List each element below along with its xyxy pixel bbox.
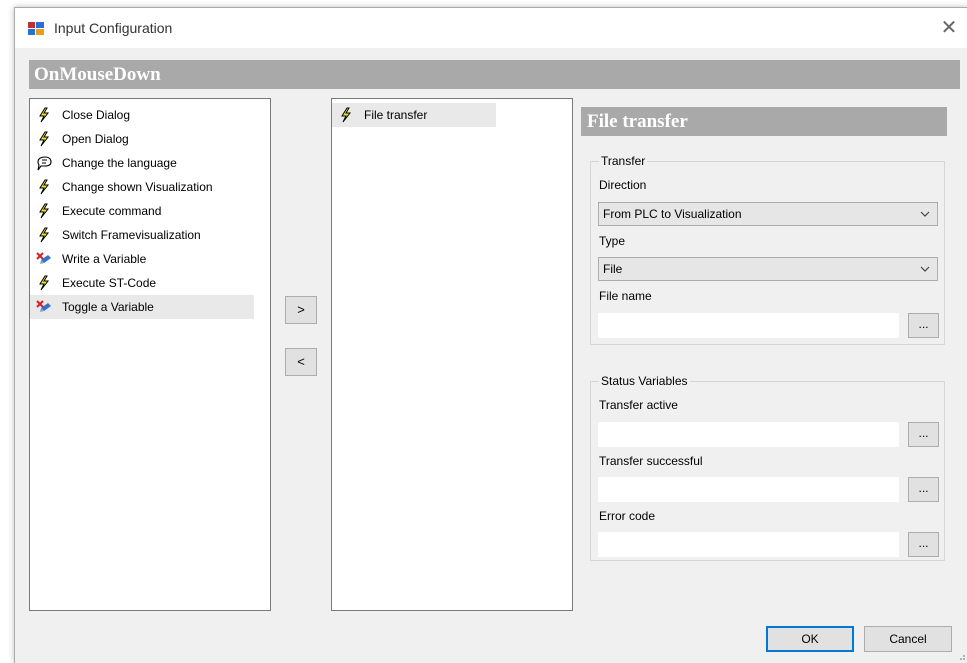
transfer-active-input[interactable] [598,422,899,447]
list-item[interactable]: Open Dialog [30,127,270,151]
window-title: Input Configuration [54,20,173,36]
chevron-down-icon [920,211,930,217]
ok-button[interactable]: OK [766,626,854,652]
type-value: File [603,262,623,276]
list-item-label: Toggle a Variable [62,300,154,314]
transfer-group: Transfer Direction From PLC to Visualiza… [590,154,945,345]
list-item-label: Open Dialog [62,132,129,146]
status-group-legend: Status Variables [599,374,690,388]
cancel-button[interactable]: Cancel [864,626,952,652]
list-item[interactable]: File transfer [332,103,496,127]
add-action-button[interactable]: > [285,296,317,324]
lightning-icon [39,227,50,243]
lightning-icon [39,107,50,123]
list-item-label: Switch Framevisualization [62,228,201,242]
close-button[interactable]: ✕ [934,14,964,42]
configured-actions-list[interactable]: File transfer [331,98,573,611]
close-icon: ✕ [940,17,958,39]
transfer-successful-label: Transfer successful [599,454,703,468]
filename-label: File name [599,289,652,303]
transfer-group-legend: Transfer [599,154,648,168]
list-item-label: Change the language [62,156,177,170]
resize-grip-icon[interactable] [956,651,966,661]
remove-action-button[interactable]: < [285,348,317,376]
list-item[interactable]: Execute ST-Code [30,271,270,295]
list-item-label: Write a Variable [62,252,147,266]
direction-value: From PLC to Visualization [603,207,742,221]
input-configuration-dialog: Input Configuration ✕ OnMouseDown Close … [14,7,967,663]
app-icon [28,22,44,35]
write-variable-icon [36,300,51,312]
write-variable-icon [36,252,51,264]
list-item-label: Execute command [62,204,162,218]
list-item-label: Execute ST-Code [62,276,157,290]
type-select[interactable]: File [598,257,938,281]
properties-header: File transfer [581,107,947,136]
chevron-down-icon [920,266,930,272]
list-item[interactable]: Change the language [30,151,270,175]
list-item[interactable]: Close Dialog [30,103,270,127]
available-actions-list[interactable]: Close Dialog Open Dialog Change the lang… [29,98,271,611]
speech-bubble-icon [37,156,52,171]
list-item-label: Change shown Visualization [62,180,213,194]
direction-label: Direction [599,178,647,192]
lightning-icon [39,275,50,291]
list-item[interactable]: Switch Framevisualization [30,223,270,247]
lightning-icon [39,131,50,147]
lightning-icon [39,179,50,195]
list-item[interactable]: Execute command [30,199,270,223]
transfer-successful-input[interactable] [598,477,899,502]
error-code-label: Error code [599,509,656,523]
filename-browse-button[interactable]: ... [908,313,939,338]
list-item-label: Close Dialog [62,108,131,122]
transfer-successful-browse-button[interactable]: ... [908,477,939,502]
list-item[interactable]: Write a Variable [30,247,270,271]
error-code-input[interactable] [598,532,899,557]
list-item[interactable]: Change shown Visualization [30,175,270,199]
status-variables-group: Status Variables Transfer active ... Tra… [590,374,945,561]
transfer-active-browse-button[interactable]: ... [908,422,939,447]
list-item-label: File transfer [364,108,428,122]
error-code-browse-button[interactable]: ... [908,532,939,557]
title-bar: Input Configuration ✕ [15,8,967,48]
lightning-icon [39,203,50,219]
transfer-active-label: Transfer active [599,398,678,412]
list-item[interactable]: Toggle a Variable [30,295,254,319]
type-label: Type [599,234,626,248]
filename-input[interactable] [598,313,899,338]
event-header: OnMouseDown [29,60,960,89]
direction-select[interactable]: From PLC to Visualization [598,202,938,226]
lightning-icon [341,107,352,123]
